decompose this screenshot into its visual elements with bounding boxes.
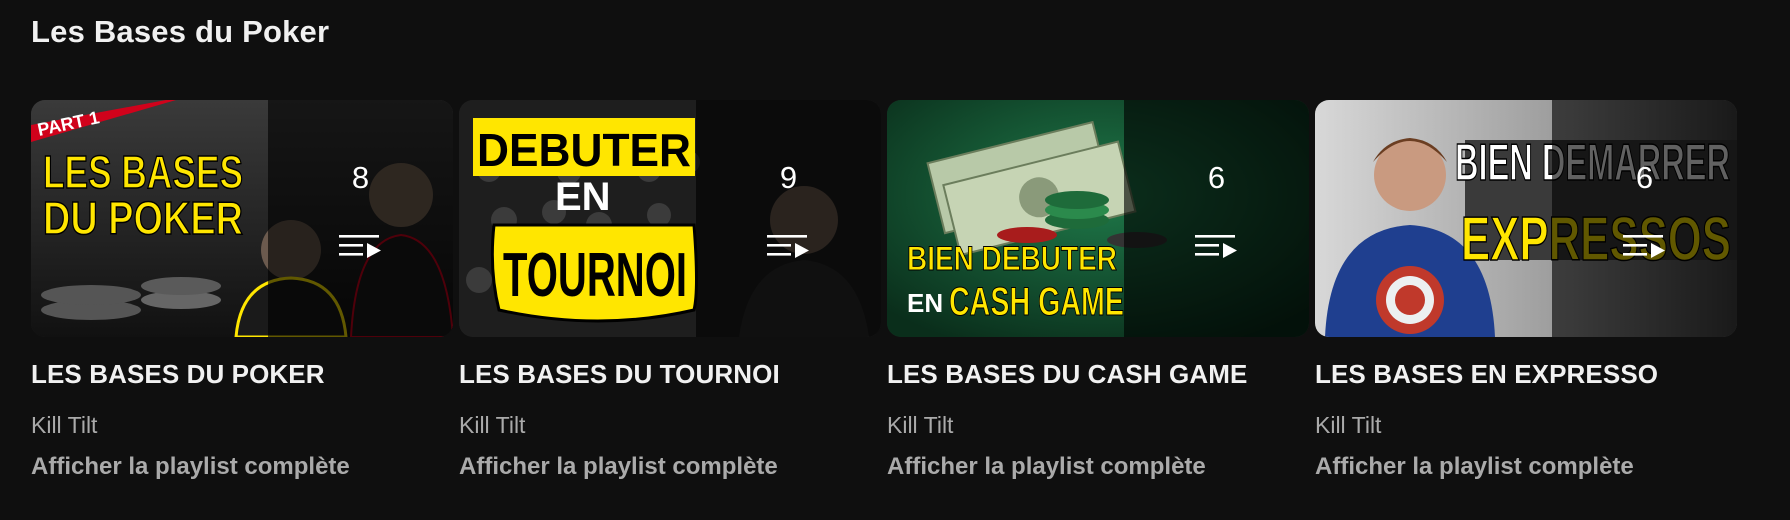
- view-full-playlist-link[interactable]: Afficher la playlist complète: [31, 453, 453, 481]
- view-full-playlist-link[interactable]: Afficher la playlist complète: [887, 453, 1309, 481]
- playlist-thumbnail[interactable]: PART 1 LES BASES DU POKER 8: [31, 100, 453, 337]
- playlist-title[interactable]: LES BASES EN EXPRESSO: [1315, 359, 1737, 390]
- thumb-text-line2: EN: [907, 288, 943, 318]
- channel-name[interactable]: Kill Tilt: [459, 412, 881, 439]
- thumb-text-line1: LES BASES: [43, 146, 243, 198]
- playlist-thumbnail[interactable]: DEBUTER EN TOURNOI 9: [459, 100, 881, 337]
- playlist-title[interactable]: LES BASES DU TOURNOI: [459, 359, 881, 390]
- thumb-text-line2: DU POKER: [43, 192, 243, 244]
- playlist-play-icon: [767, 235, 809, 258]
- playlist-thumbnail[interactable]: BIEN DEBUTER EN CASH GAME 6: [887, 100, 1309, 337]
- playlist-count-overlay: 6: [1124, 100, 1309, 337]
- thumb-text-line2: EN: [555, 175, 611, 219]
- shelf-title[interactable]: Les Bases du Poker: [31, 14, 329, 50]
- video-count: 8: [351, 160, 370, 195]
- thumb-text-line3: CASH GAME: [949, 280, 1124, 324]
- channel-name[interactable]: Kill Tilt: [887, 412, 1309, 439]
- video-count: 9: [779, 160, 798, 195]
- playlist-card[interactable]: BIEN DEBUTER EN CASH GAME 6 LES BASES DU…: [887, 100, 1309, 481]
- thumb-text-line3: TOURNOI: [503, 241, 687, 310]
- channel-name[interactable]: Kill Tilt: [1315, 412, 1737, 439]
- playlist-title[interactable]: LES BASES DU POKER: [31, 359, 453, 390]
- playlist-play-icon: [1195, 235, 1237, 258]
- channel-name[interactable]: Kill Tilt: [31, 412, 453, 439]
- playlist-play-icon: [339, 235, 381, 258]
- video-count: 6: [1635, 160, 1654, 195]
- thumb-text-line1: BIEN DEBUTER: [907, 240, 1117, 278]
- thumb-text-line1: DEBUTER: [477, 124, 691, 176]
- playlist-play-icon: [1623, 235, 1665, 258]
- playlist-count-overlay: 8: [268, 100, 453, 337]
- playlist-thumbnail[interactable]: BIEN DEMARRER EXPRESSOS 6: [1315, 100, 1737, 337]
- view-full-playlist-link[interactable]: Afficher la playlist complète: [1315, 453, 1737, 481]
- video-count: 6: [1207, 160, 1226, 195]
- playlist-card[interactable]: BIEN DEMARRER EXPRESSOS 6 LES BASES EN E…: [1315, 100, 1737, 481]
- playlist-count-overlay: 6: [1552, 100, 1737, 337]
- playlist-count-overlay: 9: [696, 100, 881, 337]
- playlist-title[interactable]: LES BASES DU CASH GAME: [887, 359, 1309, 390]
- playlist-card[interactable]: PART 1 LES BASES DU POKER 8 LES BASES DU…: [31, 100, 453, 481]
- playlist-shelf: Les Bases du Poker PART 1 LES BASES DU P…: [0, 0, 1790, 520]
- view-full-playlist-link[interactable]: Afficher la playlist complète: [459, 453, 881, 481]
- playlist-card[interactable]: DEBUTER EN TOURNOI 9 LES BASES DU TOURNO…: [459, 100, 881, 481]
